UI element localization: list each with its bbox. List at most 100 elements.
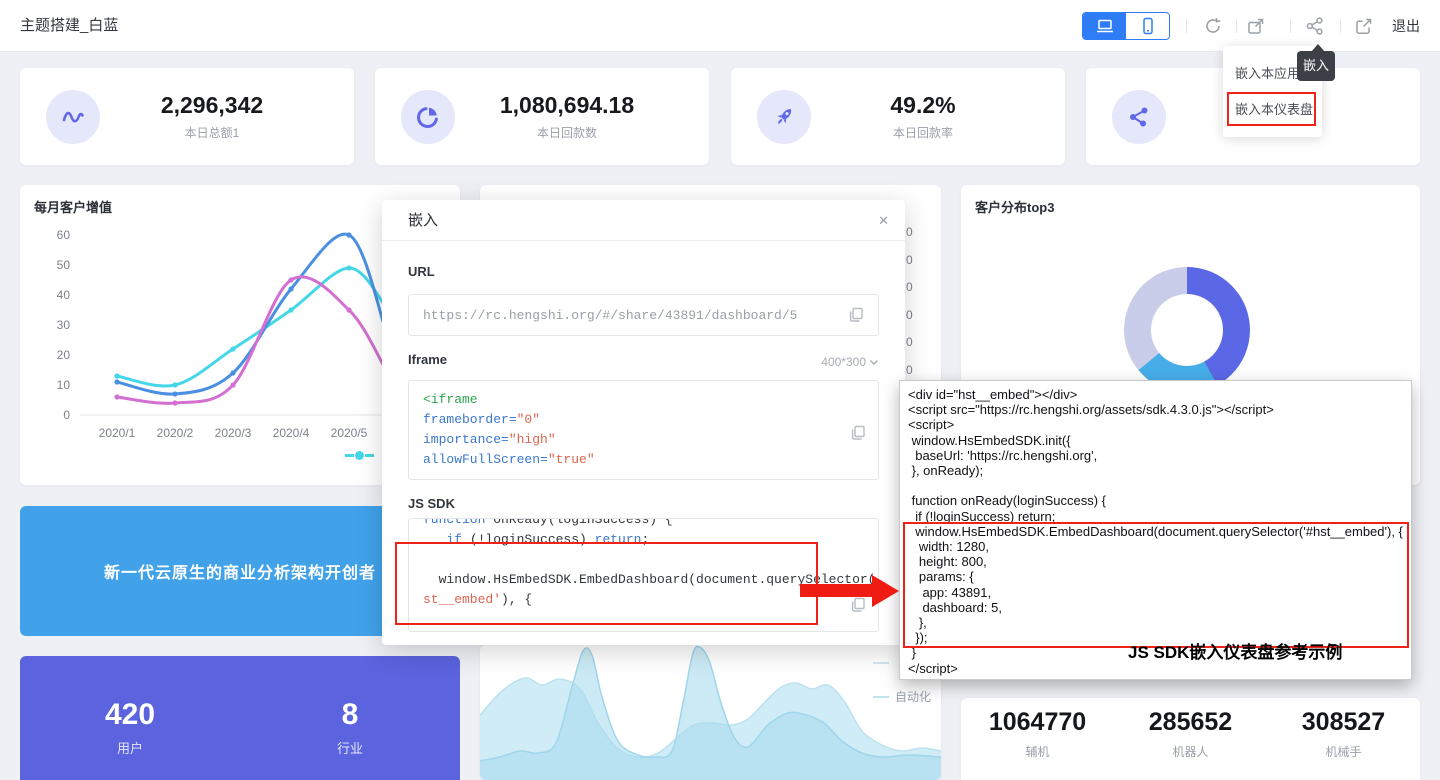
fullscreen-button[interactable] [1243, 14, 1267, 38]
code-line: </script> [908, 661, 1403, 676]
chart-title: 客户分布top3 [975, 197, 1054, 216]
area-chart [480, 645, 941, 780]
divider [1290, 19, 1291, 33]
br-stat: 285652 机器人 [1114, 698, 1267, 780]
open-in-new-icon [1246, 17, 1265, 36]
url-value: https://rc.hengshi.org/#/share/43891/das… [423, 308, 849, 323]
purple-stat: 8 行业 [240, 656, 460, 780]
share-nodes-icon [1112, 90, 1166, 144]
code-line: function onReady(loginSuccess) { [908, 493, 1403, 508]
divider [1340, 19, 1341, 33]
annotation-arrow [800, 575, 900, 607]
divider [1186, 19, 1187, 33]
copy-icon[interactable] [851, 425, 866, 441]
modal-title: 嵌入 [408, 200, 438, 241]
legend-marker [345, 451, 374, 460]
legend-label: 自动化 [895, 688, 931, 705]
stat-card-total: 2,296,342 本日总额1 [20, 68, 354, 165]
axis-tick: 0 [906, 309, 913, 321]
code-line: frameborder="0" [423, 410, 864, 430]
mobile-view-button[interactable] [1126, 13, 1169, 39]
purple-stats-card: 420 用户 8 行业 [20, 656, 460, 780]
topbar: 主题搭建_白蓝 [0, 0, 1440, 52]
stat-value: 420 [20, 698, 240, 732]
code-line: window.HsEmbedSDK.init({ [908, 433, 1403, 448]
page-title: 主题搭建_白蓝 [20, 0, 118, 52]
chevron-down-icon [869, 359, 879, 366]
device-toggle [1082, 12, 1170, 40]
divider [1236, 19, 1237, 33]
area-chart-card: 自动化 [480, 645, 941, 780]
share-out-icon [1354, 17, 1373, 36]
stat-value: 49.2% [811, 92, 1035, 119]
highlight-box [903, 522, 1409, 648]
pie-icon [401, 90, 455, 144]
menu-item-embed-dashboard[interactable]: 嵌入本仪表盘 [1223, 92, 1322, 128]
share-graph-icon [1305, 16, 1325, 36]
stat-label: 行业 [240, 738, 460, 757]
code-line: importance="high" [423, 430, 864, 450]
stat-label: 机械手 [1267, 743, 1420, 760]
laptop-icon [1096, 18, 1114, 34]
br-stat: 1064770 辅机 [961, 698, 1114, 780]
legend-item [873, 662, 895, 664]
svg-text:2020/3: 2020/3 [215, 426, 252, 440]
bottom-right-stats-card: 1064770 辅机 285652 机器人 308527 机械手 [961, 698, 1420, 780]
iframe-size-select[interactable]: 400*300 [821, 355, 879, 369]
panel-caption: JS SDK嵌入仪表盘参考示例 [1128, 645, 1342, 660]
copy-icon[interactable] [849, 307, 864, 323]
code-line: baseUrl: 'https://rc.hengshi.org', [908, 448, 1403, 463]
code-line: window.HsEmbedSDK.EmbedDashboard(documen… [423, 570, 864, 590]
url-input[interactable]: https://rc.hengshi.org/#/share/43891/das… [408, 294, 879, 336]
code-line: function onReady(loginSuccess) { [423, 518, 864, 530]
embed-tooltip: 嵌入 [1297, 51, 1335, 81]
code-line: allowFullScreen="true" [423, 450, 864, 470]
embed-share-button[interactable] [1303, 14, 1327, 38]
refresh-button[interactable] [1201, 14, 1225, 38]
stat-label: 机器人 [1114, 743, 1267, 760]
jssdk-label: JS SDK [408, 496, 455, 511]
legend-item: 自动化 [873, 688, 931, 705]
svg-text:2020/5: 2020/5 [331, 426, 368, 440]
code-line: }, onReady); [908, 463, 1403, 478]
svg-text:60: 60 [57, 228, 71, 242]
stat-value: 2,296,342 [100, 92, 324, 119]
close-icon[interactable]: ✕ [878, 200, 889, 241]
url-label: URL [408, 264, 435, 279]
chart-title: 每月客户增值 [34, 197, 112, 216]
svg-text:30: 30 [57, 318, 71, 332]
axis-tick: 0 [906, 281, 913, 293]
stat-card-payback: 1,080,694.18 本日回款数 [375, 68, 709, 165]
svg-text:2020/2: 2020/2 [157, 426, 194, 440]
exit-button[interactable]: 退出 [1392, 0, 1420, 52]
modal-header: 嵌入 ✕ [382, 200, 905, 241]
axis-tick: 0 [906, 254, 913, 266]
svg-text:40: 40 [57, 288, 71, 302]
iframe-label: Iframe [408, 352, 447, 367]
sdk-code-panel: <div id="hst__embed"></div><script src="… [899, 380, 1412, 680]
desktop-view-button[interactable] [1083, 13, 1126, 39]
tooltip-text: 嵌入 [1303, 58, 1329, 73]
wave-icon [46, 90, 100, 144]
iframe-code-box[interactable]: <iframeframeborder="0"importance="high"a… [408, 380, 879, 480]
axis-tick: 0 [906, 364, 913, 376]
svg-text:2020/4: 2020/4 [273, 426, 310, 440]
stat-label: 辅机 [961, 743, 1114, 760]
code-line [908, 478, 1403, 493]
stat-card-rate: 49.2% 本日回款率 [731, 68, 1065, 165]
export-button[interactable] [1351, 14, 1375, 38]
axis-tick: 0 [906, 336, 913, 348]
rocket-icon [757, 90, 811, 144]
stat-value: 1064770 [961, 708, 1114, 737]
code-line: <div id="hst__embed"></div> [908, 387, 1403, 402]
stat-value: 308527 [1267, 708, 1420, 737]
stat-label: 本日总额1 [100, 124, 324, 141]
donut-hole [1151, 294, 1223, 366]
stat-value: 1,080,694.18 [455, 92, 679, 119]
code-line: if (!loginSuccess) return; [423, 530, 864, 550]
stat-value: 8 [240, 698, 460, 732]
slogan-text: 新一代云原生的商业分析架构开创者 [104, 559, 376, 583]
stat-value: 285652 [1114, 708, 1267, 737]
code-line: <script> [908, 417, 1403, 432]
code-line: <iframe [423, 390, 864, 410]
